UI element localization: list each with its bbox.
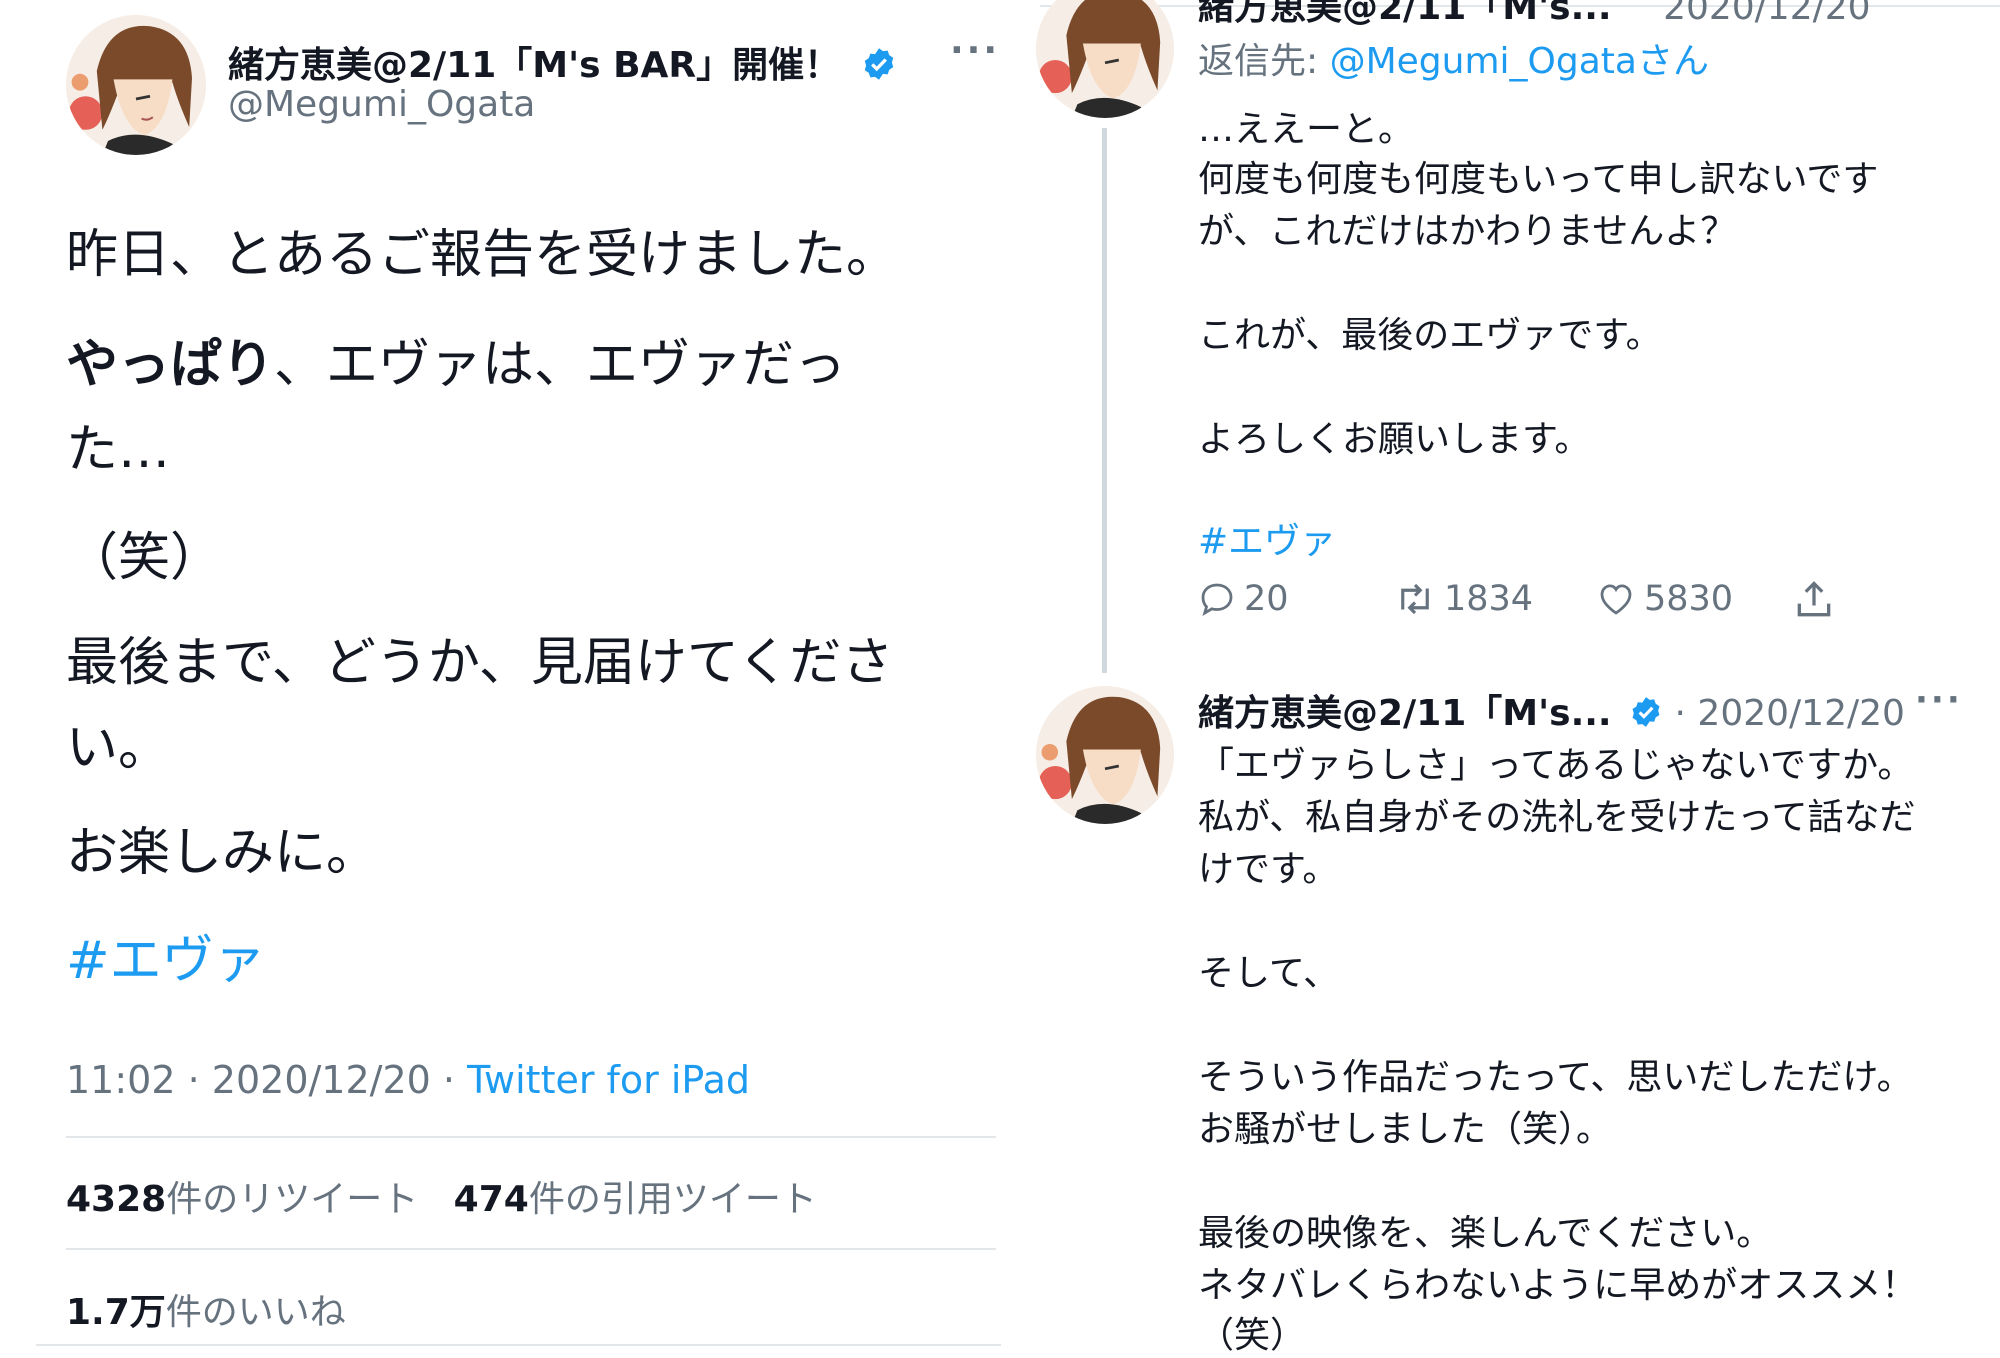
tweet-text-line: そういう作品だったって、思いだしただけ。 — [1198, 1057, 1913, 1098]
verified-badge-icon — [1632, 697, 1660, 727]
meta-separator: · — [1674, 693, 1686, 734]
divider — [66, 1248, 996, 1250]
quotes-count: 474 — [453, 1179, 529, 1220]
tweet-text-line: けです。 — [1198, 849, 1339, 890]
likes-count: 1.7万 — [66, 1292, 166, 1333]
tweet-text-line: 昨日、とあるご報告を受けました。 — [66, 225, 899, 285]
tweet-date[interactable]: 2020/12/20 — [212, 1058, 431, 1102]
reply-header-cut: 緒方恵美@2/11「M's... 2020/12/20 — [1198, 0, 1871, 30]
tweet-text-line: …ええーと。 — [1198, 109, 1415, 150]
avatar[interactable] — [1036, 686, 1174, 824]
heart-icon — [1600, 584, 1632, 615]
reply-to-label: 返信先: — [1198, 41, 1330, 82]
reply-to: 返信先: @Megumi_Ogataさん — [1198, 32, 1709, 84]
avatar[interactable] — [66, 15, 206, 155]
tweet-text-line: （笑） — [1198, 1315, 1307, 1356]
thread-line — [1102, 128, 1107, 673]
quotes-stat[interactable]: 474件の引用ツイート — [454, 1179, 817, 1220]
tweet-text-line: そして、 — [1198, 953, 1340, 994]
tweet-text-line: やっぱり、エヴァは、エヴァだっ — [66, 322, 846, 397]
reply-author-name[interactable]: 緒方恵美@2/11「M's... — [1198, 0, 1612, 28]
tweet-text-line: 「エヴァらしさ」ってあるじゃないですか。 — [1198, 745, 1914, 786]
reply-date[interactable]: 2020/12/20 — [1663, 0, 1871, 28]
retweet-count: 1834 — [1444, 579, 1534, 619]
tweet-text-line: お騒がせしました（笑）。 — [1198, 1109, 1613, 1150]
author-name-text[interactable]: 緒方恵美@2/11「M's BAR」開催！ — [228, 45, 840, 86]
tweet-text-line: 何度も何度も何度もいって申し訳ないです — [1198, 159, 1879, 200]
tweet-text-line: 最後の映像を、楽しんでください。 — [1198, 1213, 1773, 1254]
retweets-stat[interactable]: 4328件のリツイート — [66, 1179, 418, 1220]
retweets-count: 4328 — [66, 1179, 167, 1220]
tweet-text-line: これが、最後のエヴァです。 — [1198, 315, 1662, 356]
reply-header: 緒方恵美@2/11「M's... · 2020/12/20 — [1198, 684, 1905, 736]
tweet-text-line: よろしくお願いします。 — [1198, 419, 1591, 460]
tweet-text-line: 私が、私自身がその洗礼を受けたって話なだ — [1198, 797, 1916, 838]
quotes-label: 件の引用ツイート — [528, 1179, 817, 1220]
share-icon — [1797, 581, 1831, 617]
tweet-text-bold: やっぱり — [66, 335, 275, 395]
author-handle[interactable]: @Megumi_Ogata — [228, 84, 535, 125]
reply-to-handle-link[interactable]: @Megumi_Ogata — [1330, 41, 1637, 82]
author-name[interactable]: 緒方恵美@2/11「M's BAR」開催！ — [228, 36, 897, 88]
retweet-quote-stats: 4328件のリツイート 474件の引用ツイート — [66, 1170, 817, 1222]
like-action[interactable]: 5830 — [1594, 578, 1733, 620]
tweet-meta: 11:02 · 2020/12/20 · Twitter for iPad — [66, 1058, 750, 1102]
tweet-text-line: が、これだけはかわりませんよ？ — [1198, 211, 1737, 252]
tweet-text-line: た… — [66, 420, 171, 480]
tweet-text-rest: 、エヴァは、エヴァだっ — [274, 335, 847, 395]
reply-icon — [1201, 583, 1233, 616]
retweets-label: 件のリツイート — [166, 1179, 419, 1220]
tweet-time: 11:02 — [66, 1058, 176, 1102]
reply-author-name[interactable]: 緒方恵美@2/11「M's... — [1198, 693, 1612, 734]
meta-separator: · — [187, 1058, 200, 1102]
meta-separator: · — [442, 1058, 456, 1102]
hashtag-link[interactable]: #エヴァ — [66, 918, 266, 993]
reply-count: 20 — [1244, 579, 1289, 619]
like-count: 5830 — [1644, 579, 1734, 619]
reply-to-suffix: さん — [1636, 41, 1709, 82]
likes-label: 件のいいね — [165, 1292, 346, 1333]
tweet-source-link[interactable]: Twitter for iPad — [467, 1058, 750, 1102]
share-action[interactable] — [1792, 578, 1842, 622]
more-options-icon[interactable]: ··· — [1915, 680, 1963, 720]
tweet-text-line: お楽しみに。 — [66, 823, 379, 883]
likes-stat[interactable]: 1.7万件のいいね — [66, 1283, 346, 1335]
divider — [66, 1136, 996, 1138]
divider — [36, 1344, 1001, 1346]
verified-badge-icon — [864, 48, 893, 80]
reply-action[interactable]: 20 — [1196, 578, 1289, 620]
retweet-action[interactable]: 1834 — [1392, 578, 1533, 620]
tweet-text-line: 最後まで、どうか、見届けてくださ — [66, 633, 894, 693]
more-options-icon[interactable]: ··· — [950, 30, 1000, 71]
hashtag-link[interactable]: #エヴァ — [1198, 512, 1336, 564]
avatar[interactable] — [1036, 0, 1174, 118]
reply-date[interactable]: 2020/12/20 — [1697, 693, 1905, 734]
tweet-text-line: い。 — [66, 718, 171, 778]
tweet-text-line: ネタバレくらわないように早めがオススメ！ — [1198, 1265, 1918, 1306]
retweet-icon — [1401, 583, 1429, 615]
tweet-text-line: （笑） — [66, 528, 223, 588]
